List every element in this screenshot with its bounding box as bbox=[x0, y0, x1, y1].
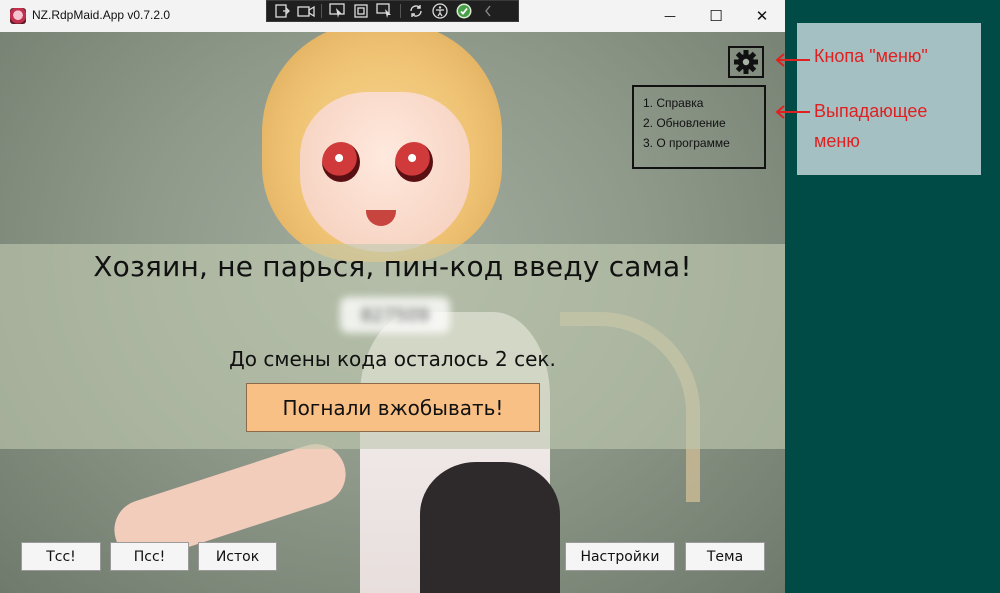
sync-icon[interactable] bbox=[407, 3, 425, 19]
countdown-text: До смены кода осталось 2 сек. bbox=[229, 347, 556, 371]
connection-info-icon[interactable] bbox=[273, 3, 291, 19]
pin-code-display: 827509 bbox=[340, 297, 450, 333]
window-title: NZ.RdpMaid.App v0.7.2.0 bbox=[32, 8, 171, 22]
check-icon[interactable] bbox=[455, 3, 473, 19]
go-work-button[interactable]: Погнали вжобывать! bbox=[246, 383, 540, 432]
collapse-icon[interactable] bbox=[479, 3, 497, 19]
close-button[interactable]: ✕ bbox=[739, 0, 785, 32]
minimize-icon: — bbox=[664, 9, 676, 23]
annotation-dropdown-line1: Выпадающее bbox=[814, 101, 928, 121]
multi-monitor-icon[interactable] bbox=[376, 3, 394, 19]
video-icon[interactable] bbox=[297, 3, 315, 19]
close-icon: ✕ bbox=[755, 7, 769, 25]
menu-item-about[interactable]: 3. О программе bbox=[643, 133, 764, 153]
main-content: Хозяин, не парься, пин-код введу сама! 8… bbox=[0, 32, 785, 593]
annotation-dropdown-line2: меню bbox=[814, 131, 860, 151]
toolbar-separator bbox=[321, 4, 322, 18]
minimize-button[interactable]: — bbox=[647, 0, 693, 32]
character-skirt bbox=[420, 462, 560, 593]
source-button[interactable]: Исток bbox=[198, 542, 277, 571]
tss-button[interactable]: Тсс! bbox=[21, 542, 101, 571]
theme-button[interactable]: Тема bbox=[685, 542, 765, 571]
maximize-button[interactable]: ☐ bbox=[693, 0, 739, 32]
gear-icon bbox=[734, 50, 758, 74]
remote-select-icon[interactable] bbox=[328, 3, 346, 19]
character-eye-left bbox=[322, 142, 360, 182]
menu-button[interactable] bbox=[728, 46, 764, 78]
app-window: NZ.RdpMaid.App v0.7.2.0 — ☐ ✕ Хозяин, не… bbox=[0, 0, 785, 593]
maximize-icon: ☐ bbox=[709, 7, 723, 25]
accessibility-icon[interactable] bbox=[431, 3, 449, 19]
pss-button[interactable]: Псс! bbox=[110, 542, 189, 571]
rdp-connection-toolbar bbox=[266, 0, 519, 22]
fullscreen-icon[interactable] bbox=[352, 3, 370, 19]
app-icon bbox=[10, 8, 26, 24]
toolbar-separator bbox=[400, 4, 401, 18]
settings-button[interactable]: Настройки bbox=[565, 542, 675, 571]
arrow-left-icon bbox=[775, 53, 810, 67]
annotation-menu-button: Кнопа "меню" bbox=[814, 46, 928, 66]
dropdown-menu: 1. Справка 2. Обновление 3. О программе bbox=[632, 85, 766, 169]
character-eye-right bbox=[395, 142, 433, 182]
menu-item-update[interactable]: 2. Обновление bbox=[643, 113, 764, 133]
arrow-left-icon bbox=[775, 105, 810, 119]
menu-item-help[interactable]: 1. Справка bbox=[643, 93, 764, 113]
title-bar[interactable]: NZ.RdpMaid.App v0.7.2.0 — ☐ ✕ bbox=[0, 0, 785, 32]
headline: Хозяин, не парься, пин-код введу сама! bbox=[93, 250, 692, 283]
